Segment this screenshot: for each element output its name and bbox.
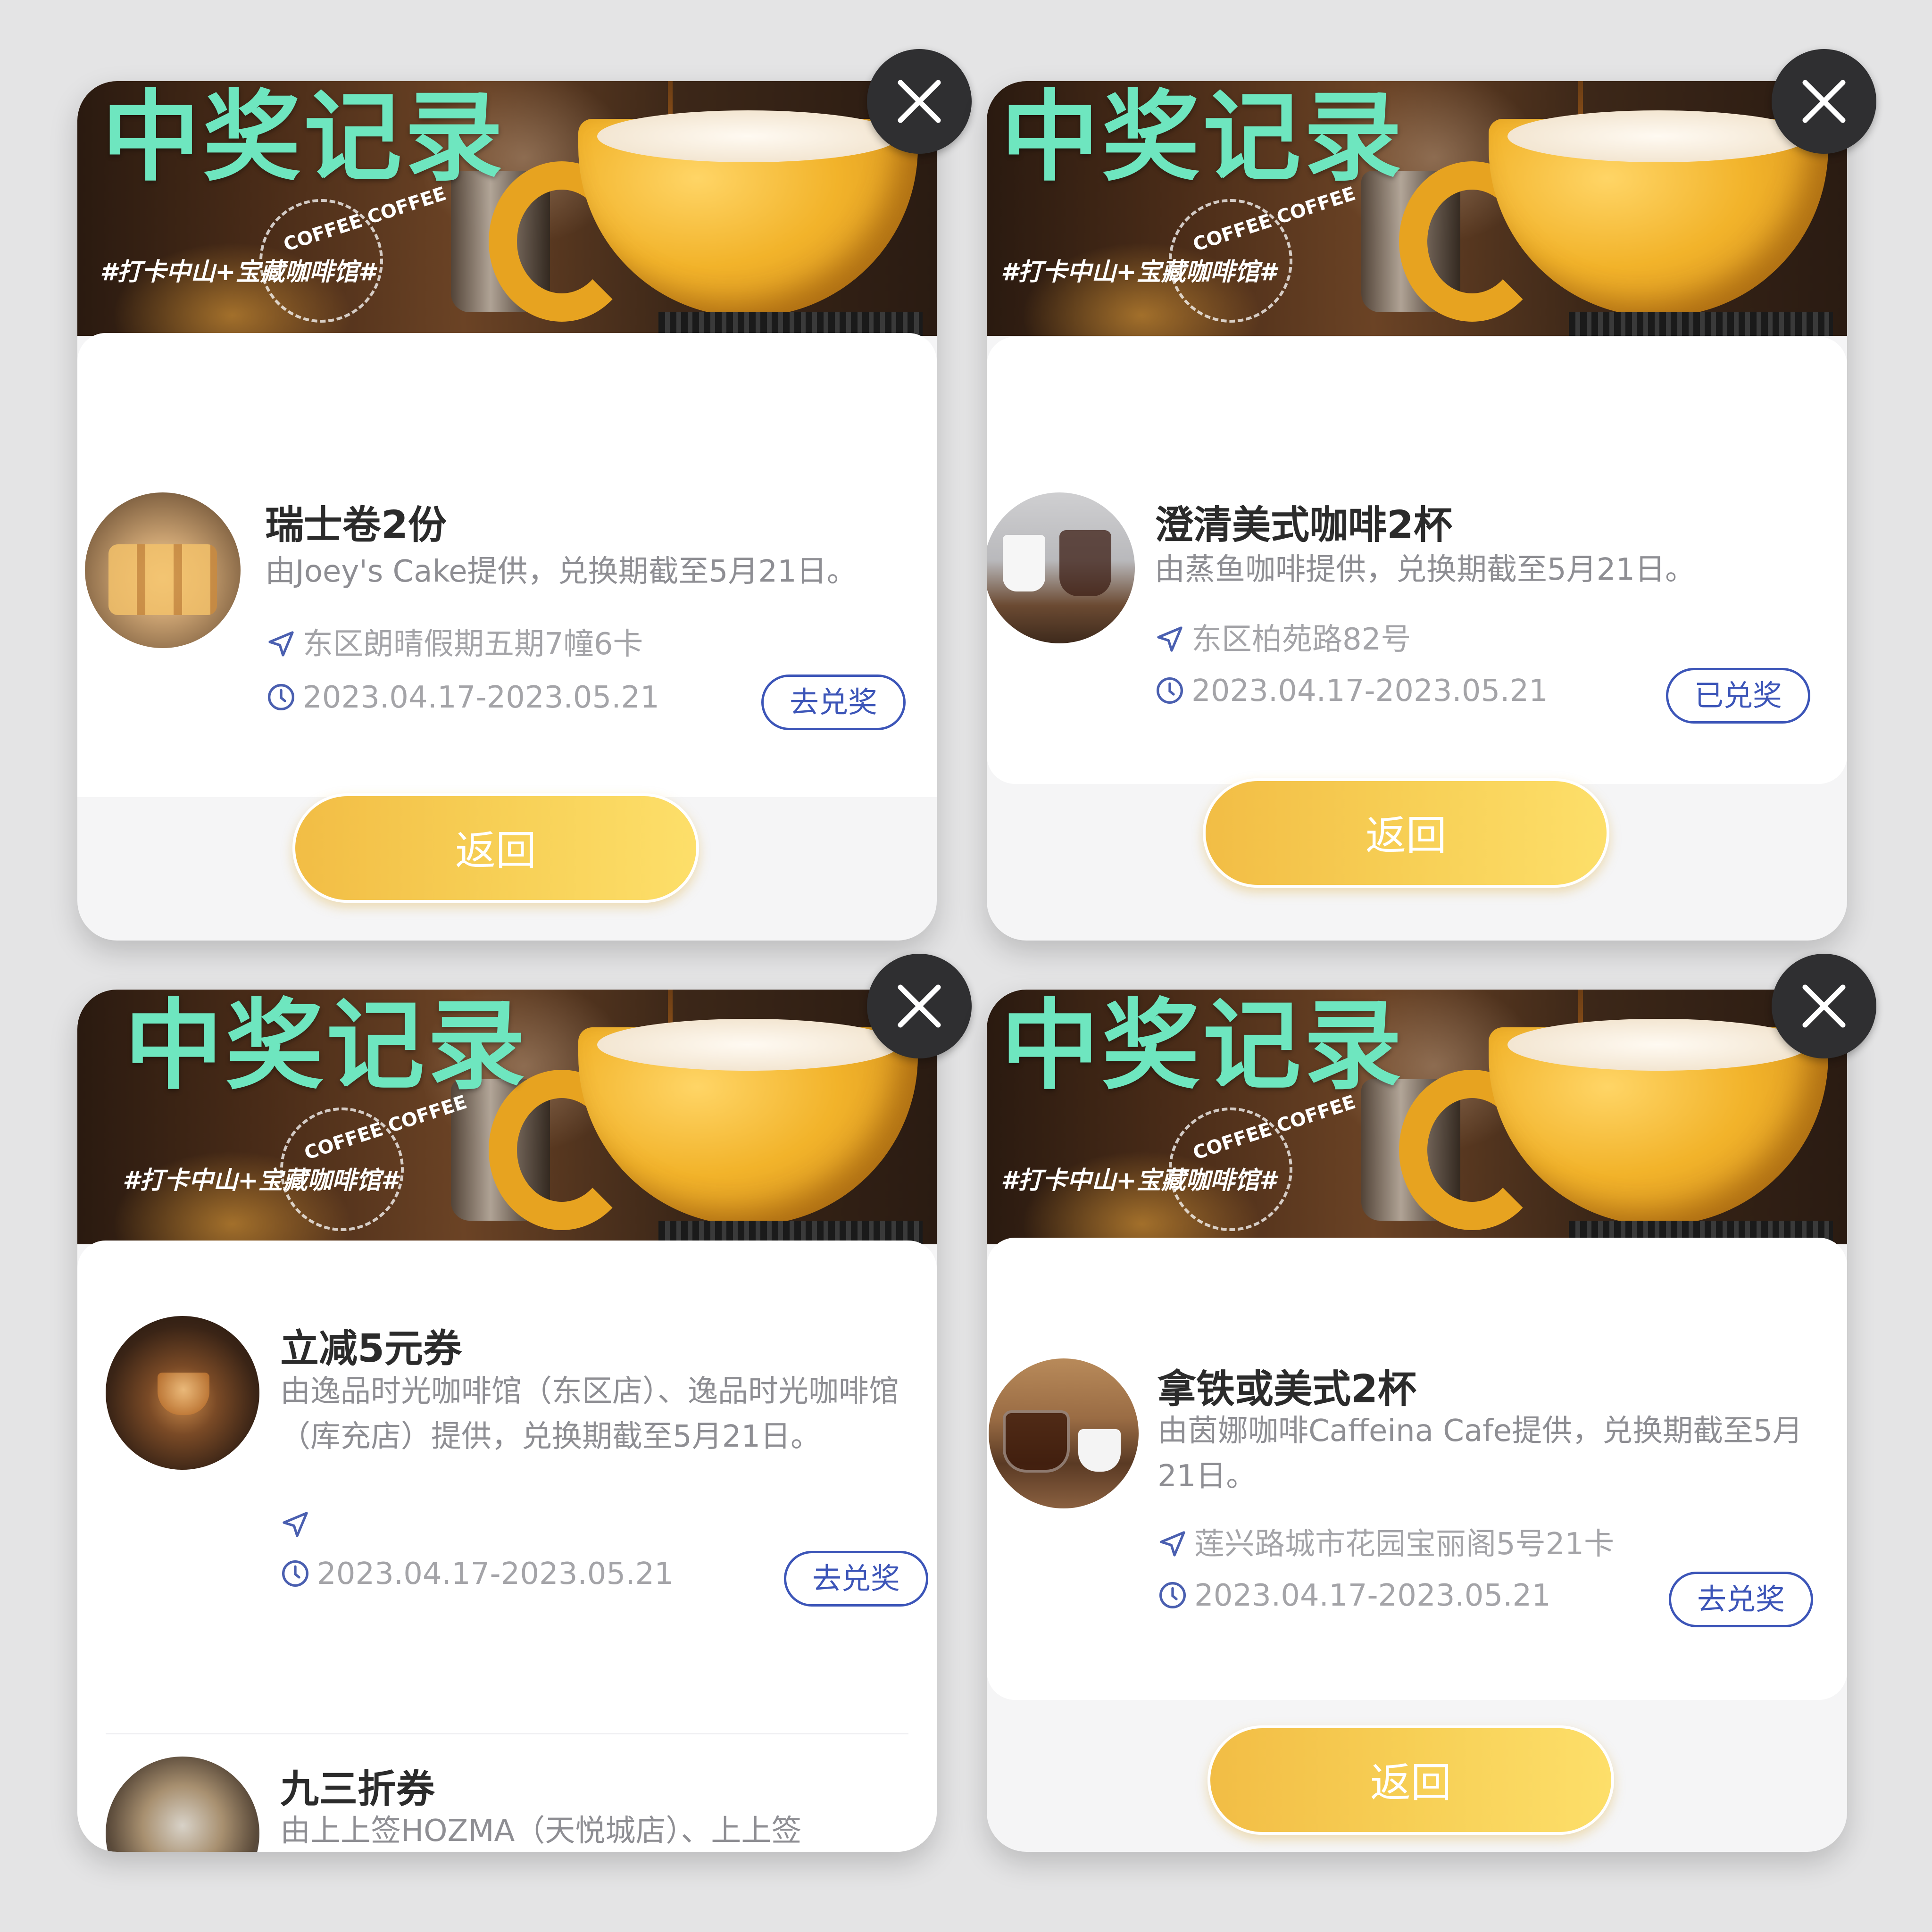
redeemed-status: 已兑奖 (1666, 668, 1810, 724)
banner-image: 中奖记录 COFFEE COFFEE #打卡中山+宝藏咖啡馆# (987, 81, 1847, 336)
prize-address-text: 东区朗晴假期五期7幢6卡 (303, 627, 643, 662)
prize-list: 拿铁或美式2杯 由茵娜咖啡Caffeina Cafe提供，兑换期截至5月21日。… (987, 1238, 1847, 1700)
prize-date: 2023.04.17-2023.05.21 (266, 680, 659, 715)
prize-address (280, 1507, 317, 1542)
prize-panel-2: 中奖记录 COFFEE COFFEE #打卡中山+宝藏咖啡馆# 澄清美式咖啡2杯… (987, 81, 1847, 941)
prize-item: 瑞士卷2份 由Joey's Cake提供，兑换期截至5月21日。 东区朗晴假期五… (77, 333, 937, 797)
prize-date-text: 2023.04.17-2023.05.21 (1194, 1578, 1551, 1613)
prize-list: 瑞士卷2份 由Joey's Cake提供，兑换期截至5月21日。 东区朗晴假期五… (77, 333, 937, 797)
banner-image: 中奖记录 COFFEE COFFEE #打卡中山+宝藏咖啡馆# (77, 990, 937, 1244)
prize-description: 由上上签HOZMA（天悦城店）、上上签 (280, 1814, 802, 1849)
prize-date-text: 2023.04.17-2023.05.21 (1191, 674, 1548, 708)
clock-icon (1159, 1582, 1186, 1608)
banner-title: 中奖记录 (1001, 81, 1405, 195)
prize-list: 立减5元券 由逸品时光咖啡馆（东区店）、逸品时光咖啡馆（库充店）提供，兑换期截至… (77, 1241, 937, 1852)
prize-item: 立减5元券 由逸品时光咖啡馆（东区店）、逸品时光咖啡馆（库充店）提供，兑换期截至… (77, 1241, 937, 1665)
banner-image: 中奖记录 COFFEE COFFEE #打卡中山+宝藏咖啡馆# (987, 990, 1847, 1244)
prize-title: 九三折券 (280, 1767, 435, 1812)
back-button[interactable]: 返回 (292, 793, 699, 903)
prize-thumbnail (106, 1757, 259, 1852)
prize-description: 由逸品时光咖啡馆（东区店）、逸品时光咖啡馆（库充店）提供，兑换期截至5月21日。 (280, 1374, 899, 1454)
close-icon (1802, 984, 1846, 1028)
coffee-cup-image (1489, 110, 1828, 317)
banner-title: 中奖记录 (125, 990, 528, 1103)
prize-address: 莲兴路城市花园宝丽阁5号21卡 (1158, 1520, 1614, 1563)
close-icon (898, 80, 941, 123)
location-arrow-icon (283, 1512, 308, 1537)
prize-thumbnail (987, 492, 1135, 643)
redeem-button[interactable]: 去兑奖 (1669, 1572, 1813, 1627)
banner-hashtag: #打卡中山+宝藏咖啡馆# (1001, 1166, 1276, 1195)
banner-hashtag: #打卡中山+宝藏咖啡馆# (123, 1166, 398, 1195)
back-button[interactable]: 返回 (1203, 778, 1609, 888)
list-divider (106, 1733, 908, 1734)
close-icon (1802, 80, 1846, 123)
prize-title: 立减5元券 (280, 1326, 462, 1371)
close-button[interactable] (1772, 49, 1876, 154)
redeem-button[interactable]: 去兑奖 (784, 1551, 928, 1607)
prize-date-text: 2023.04.17-2023.05.21 (317, 1557, 674, 1591)
close-button[interactable] (867, 49, 972, 154)
prize-description: 由蒸鱼咖啡提供，兑换期截至5月21日。 (1155, 552, 1696, 587)
banner-image: 中奖记录 COFFEE COFFEE #打卡中山+宝藏咖啡馆# (77, 81, 937, 336)
location-arrow-icon (268, 631, 294, 657)
banner-title: 中奖记录 (102, 81, 506, 195)
close-button[interactable] (1772, 954, 1876, 1058)
prize-address-text: 东区柏苑路82号 (1191, 622, 1411, 657)
redeem-button[interactable]: 去兑奖 (761, 675, 906, 730)
prize-panel-1: 中奖记录 COFFEE COFFEE #打卡中山+宝藏咖啡馆# 瑞士卷2份 由J… (77, 81, 937, 941)
prize-title: 拿铁或美式2杯 (1158, 1367, 1417, 1412)
prize-description: 由茵娜咖啡Caffeina Cafe提供，兑换期截至5月21日。 (1158, 1414, 1803, 1494)
prize-title: 澄清美式咖啡2杯 (1155, 503, 1453, 548)
prize-date: 2023.04.17-2023.05.21 (1158, 1578, 1551, 1613)
prize-address: 东区柏苑路82号 (1155, 615, 1411, 658)
prize-title: 瑞士卷2份 (265, 503, 447, 548)
prize-panel-3: 中奖记录 COFFEE COFFEE #打卡中山+宝藏咖啡馆# 立减5元券 由逸… (77, 990, 937, 1852)
banner-hashtag: #打卡中山+宝藏咖啡馆# (1001, 258, 1276, 286)
prize-date-text: 2023.04.17-2023.05.21 (303, 680, 659, 715)
prize-date: 2023.04.17-2023.05.21 (1155, 674, 1548, 708)
clock-icon (1157, 677, 1183, 704)
prize-description: 由Joey's Cake提供，兑换期截至5月21日。 (265, 554, 857, 589)
close-icon (898, 984, 941, 1028)
location-arrow-icon (1157, 626, 1183, 652)
banner-hashtag: #打卡中山+宝藏咖啡馆# (100, 258, 375, 286)
back-button[interactable]: 返回 (1208, 1725, 1614, 1835)
clock-icon (282, 1560, 308, 1587)
prize-thumbnail (989, 1358, 1139, 1508)
prize-item: 拿铁或美式2杯 由茵娜咖啡Caffeina Cafe提供，兑换期截至5月21日。… (987, 1238, 1847, 1700)
prize-list: 澄清美式咖啡2杯 由蒸鱼咖啡提供，兑换期截至5月21日。 东区柏苑路82号 20… (987, 337, 1847, 784)
clock-icon (268, 684, 294, 710)
prize-item: 澄清美式咖啡2杯 由蒸鱼咖啡提供，兑换期截至5月21日。 东区柏苑路82号 20… (987, 337, 1847, 784)
prize-date: 2023.04.17-2023.05.21 (280, 1557, 674, 1591)
banner-title: 中奖记录 (1001, 990, 1405, 1103)
location-arrow-icon (1160, 1531, 1185, 1557)
close-button[interactable] (867, 954, 972, 1058)
prize-address: 东区朗晴假期五期7幢6卡 (266, 620, 643, 663)
prize-address-text: 莲兴路城市花园宝丽阁5号21卡 (1194, 1527, 1615, 1562)
prize-thumbnail (106, 1316, 259, 1470)
prize-thumbnail (85, 492, 241, 648)
coffee-cup-image (578, 110, 918, 317)
prize-item: 九三折券 由上上签HOZMA（天悦城店）、上上签 (77, 1740, 937, 1852)
coffee-cup-image (1489, 1019, 1828, 1225)
coffee-cup-image (578, 1019, 918, 1225)
prize-panel-4: 中奖记录 COFFEE COFFEE #打卡中山+宝藏咖啡馆# 拿铁或美式2杯 … (987, 990, 1847, 1852)
